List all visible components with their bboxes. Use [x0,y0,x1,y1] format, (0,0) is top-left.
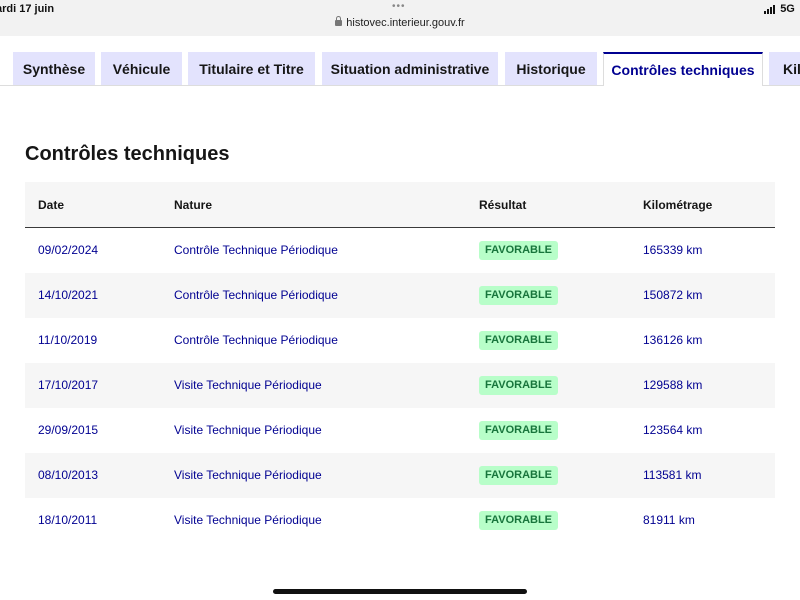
header-resultat: Résultat [479,198,527,212]
tab-situation-administrative[interactable]: Situation administrative [322,52,498,85]
home-indicator[interactable] [273,589,527,594]
table-row: 14/10/2021 Contrôle Technique Périodique… [25,273,775,318]
tab-controles-techniques[interactable]: Contrôles techniques [603,52,763,86]
result-badge: FAVORABLE [479,376,559,395]
cell-km: 136126 km [643,333,703,347]
cell-date: 09/02/2024 [38,243,99,257]
result-badge: FAVORABLE [479,466,559,485]
more-options-icon[interactable]: ••• [392,1,406,12]
cell-km: 81911 km [643,513,695,527]
tab-synthese[interactable]: Synthèse [13,52,95,85]
tab-historique[interactable]: Historique [505,52,597,85]
cell-km: 129588 km [643,378,703,392]
page-title: Contrôles techniques [25,143,230,165]
tab-titulaire-et-titre[interactable]: Titulaire et Titre [188,52,315,85]
cell-nature: Visite Technique Périodique [174,378,322,392]
tab-vehicule[interactable]: Véhicule [101,52,182,85]
cell-km: 113581 km [643,468,702,482]
lock-icon [335,16,343,26]
tab-bar: Synthèse Véhicule Titulaire et Titre Sit… [0,52,800,86]
cell-date: 29/09/2015 [38,423,99,437]
cell-nature: Contrôle Technique Périodique [174,333,338,347]
status-indicators: 5G 8 [764,3,800,15]
cell-nature: Visite Technique Périodique [174,468,322,482]
header-kilometrage: Kilométrage [643,198,713,212]
signal-icon [764,4,776,14]
cell-km: 165339 km [643,243,703,257]
browser-status-bar: ardi 17 juin ••• histovec.interieur.gouv… [0,0,800,36]
cell-nature: Contrôle Technique Périodique [174,243,338,257]
table-row: 17/10/2017 Visite Technique Périodique F… [25,363,775,408]
network-label: 5G [780,3,795,15]
url-text: histovec.interieur.gouv.fr [346,17,465,29]
result-badge: FAVORABLE [479,241,559,260]
cell-date: 11/10/2019 [38,333,98,347]
cell-date: 17/10/2017 [38,378,99,392]
cell-date: 08/10/2013 [38,468,99,482]
tab-kilometrage[interactable]: Kilo [769,52,800,85]
table-row: 11/10/2019 Contrôle Technique Périodique… [25,318,775,363]
result-badge: FAVORABLE [479,511,559,530]
table-row: 08/10/2013 Visite Technique Périodique F… [25,453,775,498]
cell-nature: Visite Technique Périodique [174,513,322,527]
cell-date: 18/10/2011 [38,513,98,527]
cell-km: 123564 km [643,423,703,437]
controles-table: Date Nature Résultat Kilométrage 09/02/2… [25,182,775,543]
status-date: ardi 17 juin [0,3,55,15]
table-row: 29/09/2015 Visite Technique Périodique F… [25,408,775,453]
header-date: Date [38,198,65,212]
table-row: 09/02/2024 Contrôle Technique Périodique… [25,228,775,273]
table-header: Date Nature Résultat Kilométrage [25,182,775,228]
cell-nature: Visite Technique Périodique [174,423,322,437]
header-nature: Nature [174,198,213,212]
result-badge: FAVORABLE [479,421,559,440]
cell-date: 14/10/2021 [38,288,99,302]
cell-nature: Contrôle Technique Périodique [174,288,338,302]
result-badge: FAVORABLE [479,286,559,305]
result-badge: FAVORABLE [479,331,559,350]
cell-km: 150872 km [643,288,703,302]
table-row: 18/10/2011 Visite Technique Périodique F… [25,498,775,543]
address-bar[interactable]: histovec.interieur.gouv.fr [0,16,800,29]
